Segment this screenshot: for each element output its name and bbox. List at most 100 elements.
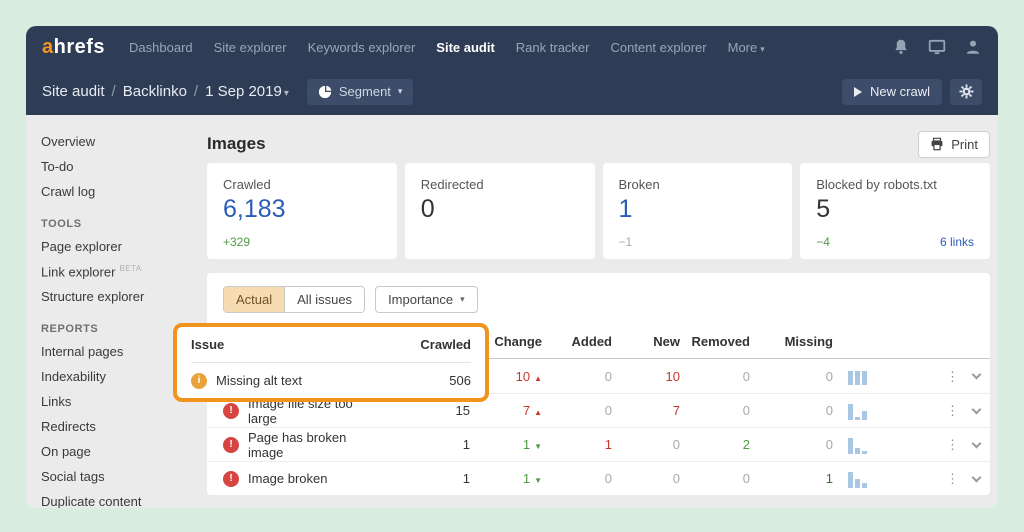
- col-new[interactable]: New: [612, 334, 680, 349]
- toggle-actual[interactable]: Actual: [224, 287, 285, 312]
- sidebar-item-link-explorer[interactable]: Link explorerBETA: [41, 259, 207, 284]
- nav-item-site-audit[interactable]: Site audit: [436, 40, 495, 55]
- history-sparkline: [848, 470, 893, 488]
- col-removed[interactable]: Removed: [680, 334, 750, 349]
- crawled-value: 1: [382, 471, 470, 486]
- sidebar-item-redirects[interactable]: Redirects: [41, 414, 207, 439]
- chevron-down-icon: ▾: [284, 88, 289, 99]
- row-menu-icon[interactable]: ⋮: [946, 404, 959, 417]
- new-value: 7: [612, 403, 680, 418]
- new-value: 0: [612, 471, 680, 486]
- added-value: 0: [542, 403, 612, 418]
- user-account-icon[interactable]: [964, 38, 982, 56]
- row-menu-icon[interactable]: ⋮: [946, 438, 959, 451]
- nav-item-keywords-explorer[interactable]: Keywords explorer: [308, 40, 416, 55]
- card-label: Blocked by robots.txt: [816, 177, 974, 192]
- change-value: 1: [523, 471, 530, 486]
- annotation-col-issue: Issue: [191, 337, 224, 352]
- sidebar-item-social-tags[interactable]: Social tags: [41, 464, 207, 489]
- change-value: 1: [523, 437, 530, 452]
- sidebar-item-structure-explorer[interactable]: Structure explorer: [41, 284, 207, 309]
- chevron-down-icon: ▾: [760, 44, 765, 54]
- missing-value: 1: [750, 471, 833, 486]
- chevron-down-icon: ▾: [398, 86, 403, 97]
- logo-a: a: [42, 36, 54, 58]
- play-icon: [854, 87, 862, 97]
- card-blocked-robots[interactable]: Blocked by robots.txt 5 −4 6 links: [800, 163, 990, 259]
- change-arrow-icon: ▲: [534, 408, 542, 417]
- history-sparkline: [848, 436, 893, 454]
- table-row-page-broken-image[interactable]: !Page has broken image 1 1▼ 1 0 2 0 ⋮: [207, 427, 990, 461]
- card-label: Crawled: [223, 177, 381, 192]
- breadcrumb-project[interactable]: Backlinko: [123, 83, 187, 100]
- breadcrumb-site-audit[interactable]: Site audit: [42, 83, 105, 100]
- expand-chevron-icon[interactable]: [972, 404, 982, 414]
- col-missing[interactable]: Missing: [750, 334, 833, 349]
- issue-label: Image broken: [248, 471, 328, 486]
- expand-chevron-icon[interactable]: [972, 438, 982, 448]
- annotation-highlight-box: Issue Crawled i Missing alt text 506: [173, 323, 489, 402]
- card-value: 6,183: [223, 196, 381, 224]
- issue-label: Page has broken image: [248, 430, 382, 460]
- row-menu-icon[interactable]: ⋮: [946, 472, 959, 485]
- crawled-value: 1: [382, 437, 470, 452]
- added-value: 0: [542, 471, 612, 486]
- change-arrow-icon: ▲: [534, 374, 542, 383]
- card-value: 0: [421, 196, 579, 224]
- ahrefs-logo[interactable]: ahrefs: [42, 36, 105, 59]
- nav-item-rank-tracker[interactable]: Rank tracker: [516, 40, 590, 55]
- info-icon: i: [191, 373, 207, 389]
- change-arrow-icon: ▼: [534, 476, 542, 485]
- nav-item-content-explorer[interactable]: Content explorer: [611, 40, 707, 55]
- sidebar-item-crawl-log[interactable]: Crawl log: [41, 179, 207, 204]
- importance-dropdown[interactable]: Importance ▾: [375, 286, 478, 313]
- expand-chevron-icon[interactable]: [972, 472, 982, 482]
- card-broken[interactable]: Broken 1 −1: [603, 163, 793, 259]
- card-label: Broken: [619, 177, 777, 192]
- breadcrumb-separator: /: [112, 83, 116, 100]
- desktop-app-icon[interactable]: [928, 38, 946, 56]
- error-icon: !: [223, 471, 239, 487]
- removed-value: 2: [680, 437, 750, 452]
- missing-value: 0: [750, 369, 833, 384]
- settings-button[interactable]: [950, 79, 982, 105]
- crawl-date-dropdown[interactable]: 1 Sep 2019▾: [205, 83, 289, 100]
- logo-rest: hrefs: [54, 36, 105, 58]
- table-row-image-broken[interactable]: ! Image broken 1 1 ▼ 0 0 0 1 ⋮: [207, 461, 990, 495]
- toggle-all-issues[interactable]: All issues: [285, 287, 364, 312]
- bell-icon[interactable]: [892, 38, 910, 56]
- breadcrumb: Site audit / Backlinko / 1 Sep 2019▾: [42, 83, 289, 100]
- gear-icon: [959, 84, 974, 99]
- beta-badge: BETA: [119, 264, 141, 273]
- card-label: Redirected: [421, 177, 579, 192]
- header-icons: [892, 38, 982, 56]
- sidebar-item-page-explorer[interactable]: Page explorer: [41, 234, 207, 259]
- sidebar-item-duplicate-content[interactable]: Duplicate content: [41, 489, 207, 508]
- header-actions: New crawl: [842, 79, 982, 105]
- sidebar-section-tools: TOOLS: [41, 218, 207, 230]
- removed-value: 0: [680, 471, 750, 486]
- expand-chevron-icon[interactable]: [972, 370, 982, 380]
- sidebar-item-todo[interactable]: To-do: [41, 154, 207, 179]
- nav-item-dashboard[interactable]: Dashboard: [129, 40, 193, 55]
- added-value: 0: [542, 369, 612, 384]
- segment-button[interactable]: Segment ▾: [307, 79, 414, 105]
- card-delta: −1: [619, 235, 633, 249]
- nav-item-more[interactable]: More▾: [728, 40, 765, 55]
- top-header: ahrefs Dashboard Site explorer Keywords …: [26, 26, 998, 115]
- nav-item-site-explorer[interactable]: Site explorer: [214, 40, 287, 55]
- row-menu-icon[interactable]: ⋮: [946, 370, 959, 383]
- added-value: 1: [542, 437, 612, 452]
- missing-value: 0: [750, 403, 833, 418]
- sidebar-item-overview[interactable]: Overview: [41, 129, 207, 154]
- card-redirected[interactable]: Redirected 0: [405, 163, 595, 259]
- new-value: 0: [612, 437, 680, 452]
- print-button[interactable]: Print: [918, 131, 990, 158]
- col-added[interactable]: Added: [542, 334, 612, 349]
- six-links-link[interactable]: 6 links: [940, 235, 974, 249]
- card-value: 1: [619, 196, 777, 224]
- new-crawl-button[interactable]: New crawl: [842, 79, 942, 105]
- history-sparkline: [848, 367, 893, 385]
- sidebar-item-on-page[interactable]: On page: [41, 439, 207, 464]
- card-crawled[interactable]: Crawled 6,183 +329: [207, 163, 397, 259]
